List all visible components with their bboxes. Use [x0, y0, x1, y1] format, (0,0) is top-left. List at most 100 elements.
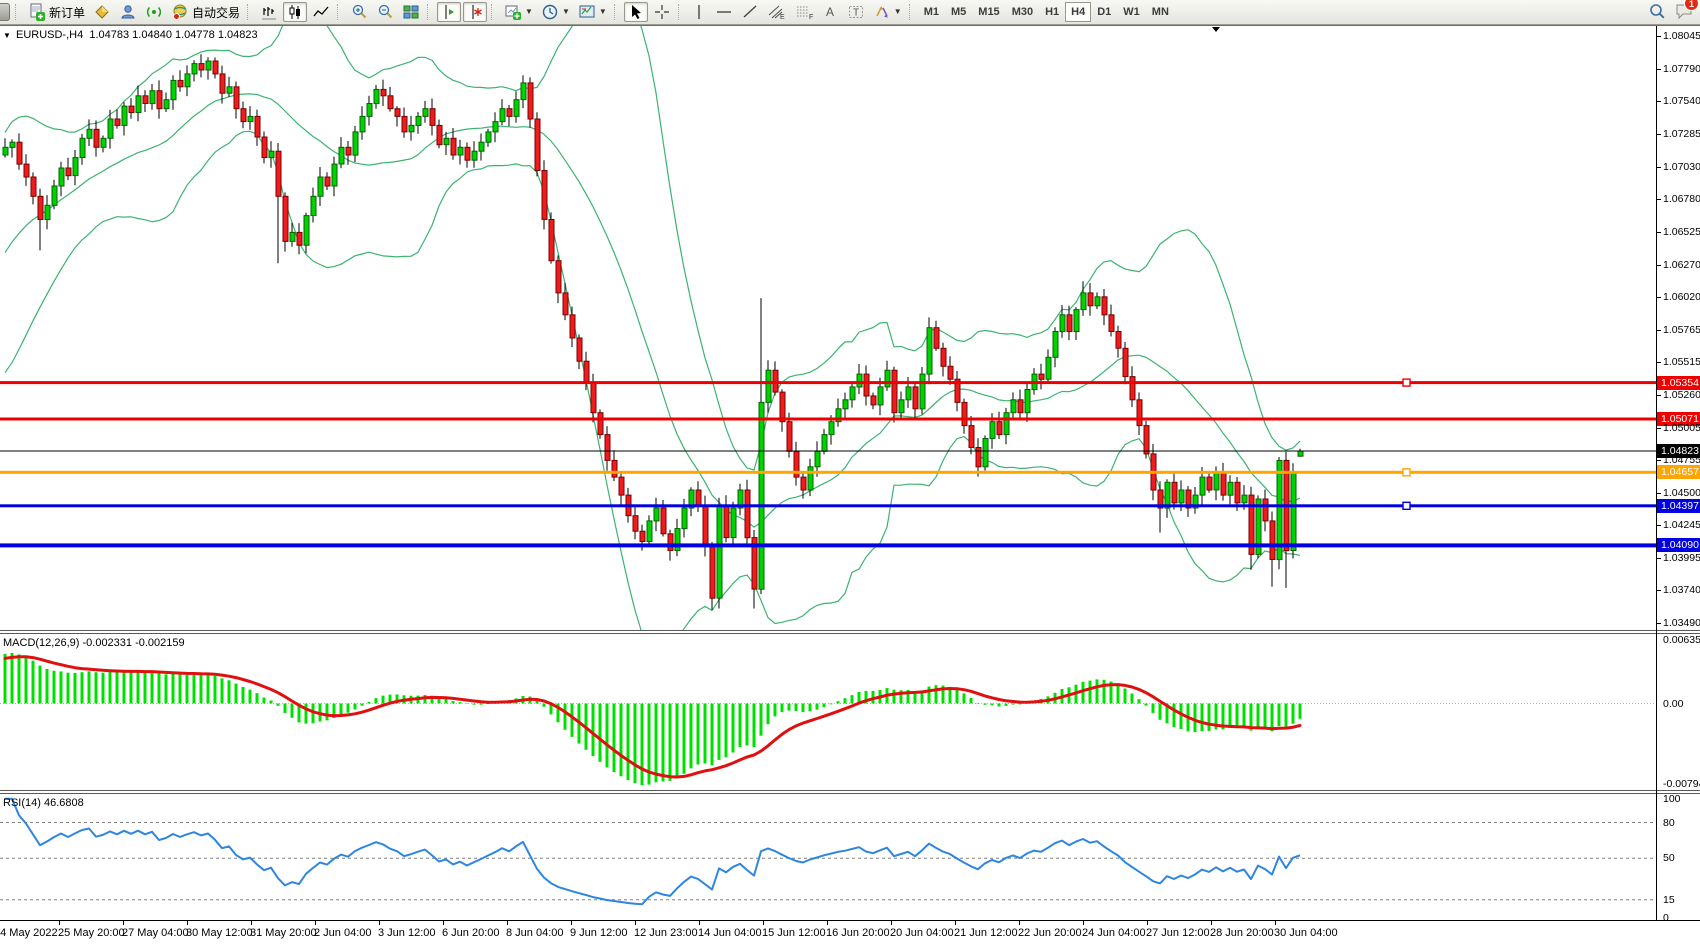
toolbar-grip[interactable] — [491, 4, 496, 20]
main-chart-pane[interactable] — [0, 26, 1656, 630]
toolbar-grip[interactable] — [15, 4, 20, 20]
toolbar-grip[interactable] — [427, 4, 432, 20]
time-label: 9 Jun 12:00 — [570, 927, 628, 939]
macd-pane[interactable] — [0, 634, 1656, 790]
zoom-in-button[interactable] — [347, 2, 371, 22]
timeframe-W1[interactable]: W1 — [1117, 2, 1146, 22]
mt4-window: 新订单 自动交易 — [0, 0, 1700, 946]
line-handle[interactable] — [1403, 502, 1410, 509]
time-label: 15 Jun 12:00 — [762, 927, 826, 939]
templates-button[interactable]: ▼ — [575, 2, 610, 22]
channel-tool[interactable]: E — [764, 2, 790, 22]
trendline-tool[interactable] — [738, 2, 762, 22]
periods-button[interactable]: ▼ — [538, 2, 573, 22]
auto-scroll-button[interactable] — [463, 2, 487, 22]
cursor-button[interactable] — [624, 2, 648, 22]
time-label: 27 May 04:00 — [122, 927, 189, 939]
crosshair-button[interactable] — [650, 2, 674, 22]
time-tick — [763, 921, 764, 925]
time-tick — [1275, 921, 1276, 925]
horizontal-line-1.04823[interactable] — [0, 451, 1656, 452]
axis-tick — [1657, 265, 1661, 266]
line-chart-icon — [312, 3, 330, 21]
chart-menu-arrow[interactable]: ▼ — [3, 31, 11, 40]
horizontal-line-1.04090[interactable] — [0, 543, 1656, 547]
text-label-tool[interactable]: T — [844, 2, 868, 22]
bar-chart-button[interactable] — [257, 2, 281, 22]
zoom-out-button[interactable] — [373, 2, 397, 22]
chart-shift-marker[interactable] — [1212, 27, 1220, 32]
new-chart-button[interactable]: ▼ — [501, 2, 536, 22]
macd-axis-label: 0.006359 — [1663, 634, 1700, 646]
macd-signal-line — [5, 657, 1300, 777]
time-label: 21 Jun 12:00 — [954, 927, 1018, 939]
timeframe-MN[interactable]: MN — [1146, 2, 1175, 22]
price-axis[interactable]: 1.053541.050711.048231.046571.043971.040… — [1656, 26, 1700, 920]
signal-button[interactable] — [142, 2, 166, 22]
fibonacci-icon: F — [795, 3, 815, 21]
toolbar-grip[interactable] — [337, 4, 342, 20]
cursor-icon — [627, 3, 645, 21]
time-label: 12 Jun 23:00 — [634, 927, 698, 939]
timeframe-M15[interactable]: M15 — [972, 2, 1005, 22]
candles — [3, 54, 1303, 610]
text-tool[interactable]: A — [820, 2, 842, 22]
market-watch-button[interactable] — [90, 2, 114, 22]
toolbar-grip[interactable] — [678, 4, 683, 20]
pane-splitter[interactable] — [0, 790, 1700, 794]
bollinger-upper[interactable] — [5, 26, 1300, 470]
pane-splitter[interactable] — [0, 630, 1700, 634]
auto-trading-button[interactable]: 自动交易 — [168, 2, 243, 22]
price-tick-label: 1.06270 — [1663, 259, 1700, 271]
arrows-icon — [873, 3, 891, 21]
timeframe-M30[interactable]: M30 — [1006, 2, 1039, 22]
fibonacci-tool[interactable]: F — [792, 2, 818, 22]
horizontal-line-tool[interactable] — [712, 2, 736, 22]
chart-title: ▼ EURUSD-,H4 1.04783 1.04840 1.04778 1.0… — [3, 29, 258, 41]
rsi-canvas — [0, 794, 1656, 920]
macd-axis-label: -0.007949 — [1663, 778, 1700, 790]
axis-tick — [1657, 493, 1661, 494]
line-chart-button[interactable] — [309, 2, 333, 22]
time-tick — [1019, 921, 1020, 925]
search-icon[interactable] — [1648, 2, 1666, 20]
vertical-line-tool[interactable] — [688, 2, 710, 22]
profile-button[interactable] — [116, 2, 140, 22]
tile-windows-button[interactable] — [399, 2, 423, 22]
timeframe-M5[interactable]: M5 — [945, 2, 972, 22]
price-tick-label: 1.07790 — [1663, 63, 1700, 75]
candlestick-chart-button[interactable] — [283, 2, 307, 22]
ohlc-high: 1.04840 — [132, 29, 172, 41]
crosshair-icon — [653, 3, 671, 21]
price-line-badge: 1.04397 — [1657, 499, 1700, 513]
chart-shift-button[interactable] — [437, 2, 461, 22]
timeframe-H1[interactable]: H1 — [1039, 2, 1065, 22]
rsi-pane[interactable] — [0, 794, 1656, 920]
horizontal-line-1.05071[interactable] — [0, 418, 1656, 421]
timeframe-D1[interactable]: D1 — [1091, 2, 1117, 22]
zoom-out-icon — [376, 3, 394, 21]
new-order-button[interactable]: 新订单 — [25, 2, 88, 22]
timeframe-H4[interactable]: H4 — [1065, 2, 1091, 22]
toolbar-grip[interactable] — [614, 4, 619, 20]
time-label: 27 Jun 12:00 — [1146, 927, 1210, 939]
toolbar-grip[interactable] — [247, 4, 252, 20]
arrows-tool[interactable]: ▼ — [870, 2, 905, 22]
line-handle[interactable] — [1403, 469, 1410, 476]
time-tick — [379, 921, 380, 925]
timeframe-M1[interactable]: M1 — [918, 2, 945, 22]
bollinger-lower[interactable] — [5, 131, 1300, 630]
line-handle[interactable] — [1403, 379, 1410, 386]
candlestick-chart-icon — [286, 3, 304, 21]
time-label: 22 Jun 20:00 — [1018, 927, 1082, 939]
axis-tick — [1657, 558, 1661, 559]
time-label: 31 May 20:00 — [250, 927, 317, 939]
time-axis[interactable]: 24 May 202225 May 20:0027 May 04:0030 Ma… — [0, 920, 1700, 946]
notifications-button[interactable]: 1 — [1674, 1, 1694, 20]
axis-tick — [1657, 69, 1661, 70]
ohlc-open: 1.04783 — [89, 29, 129, 41]
time-tick — [699, 921, 700, 925]
toolbar-grip[interactable] — [909, 4, 914, 20]
main-chart-canvas — [0, 26, 1656, 630]
rsi-line — [5, 799, 1300, 905]
